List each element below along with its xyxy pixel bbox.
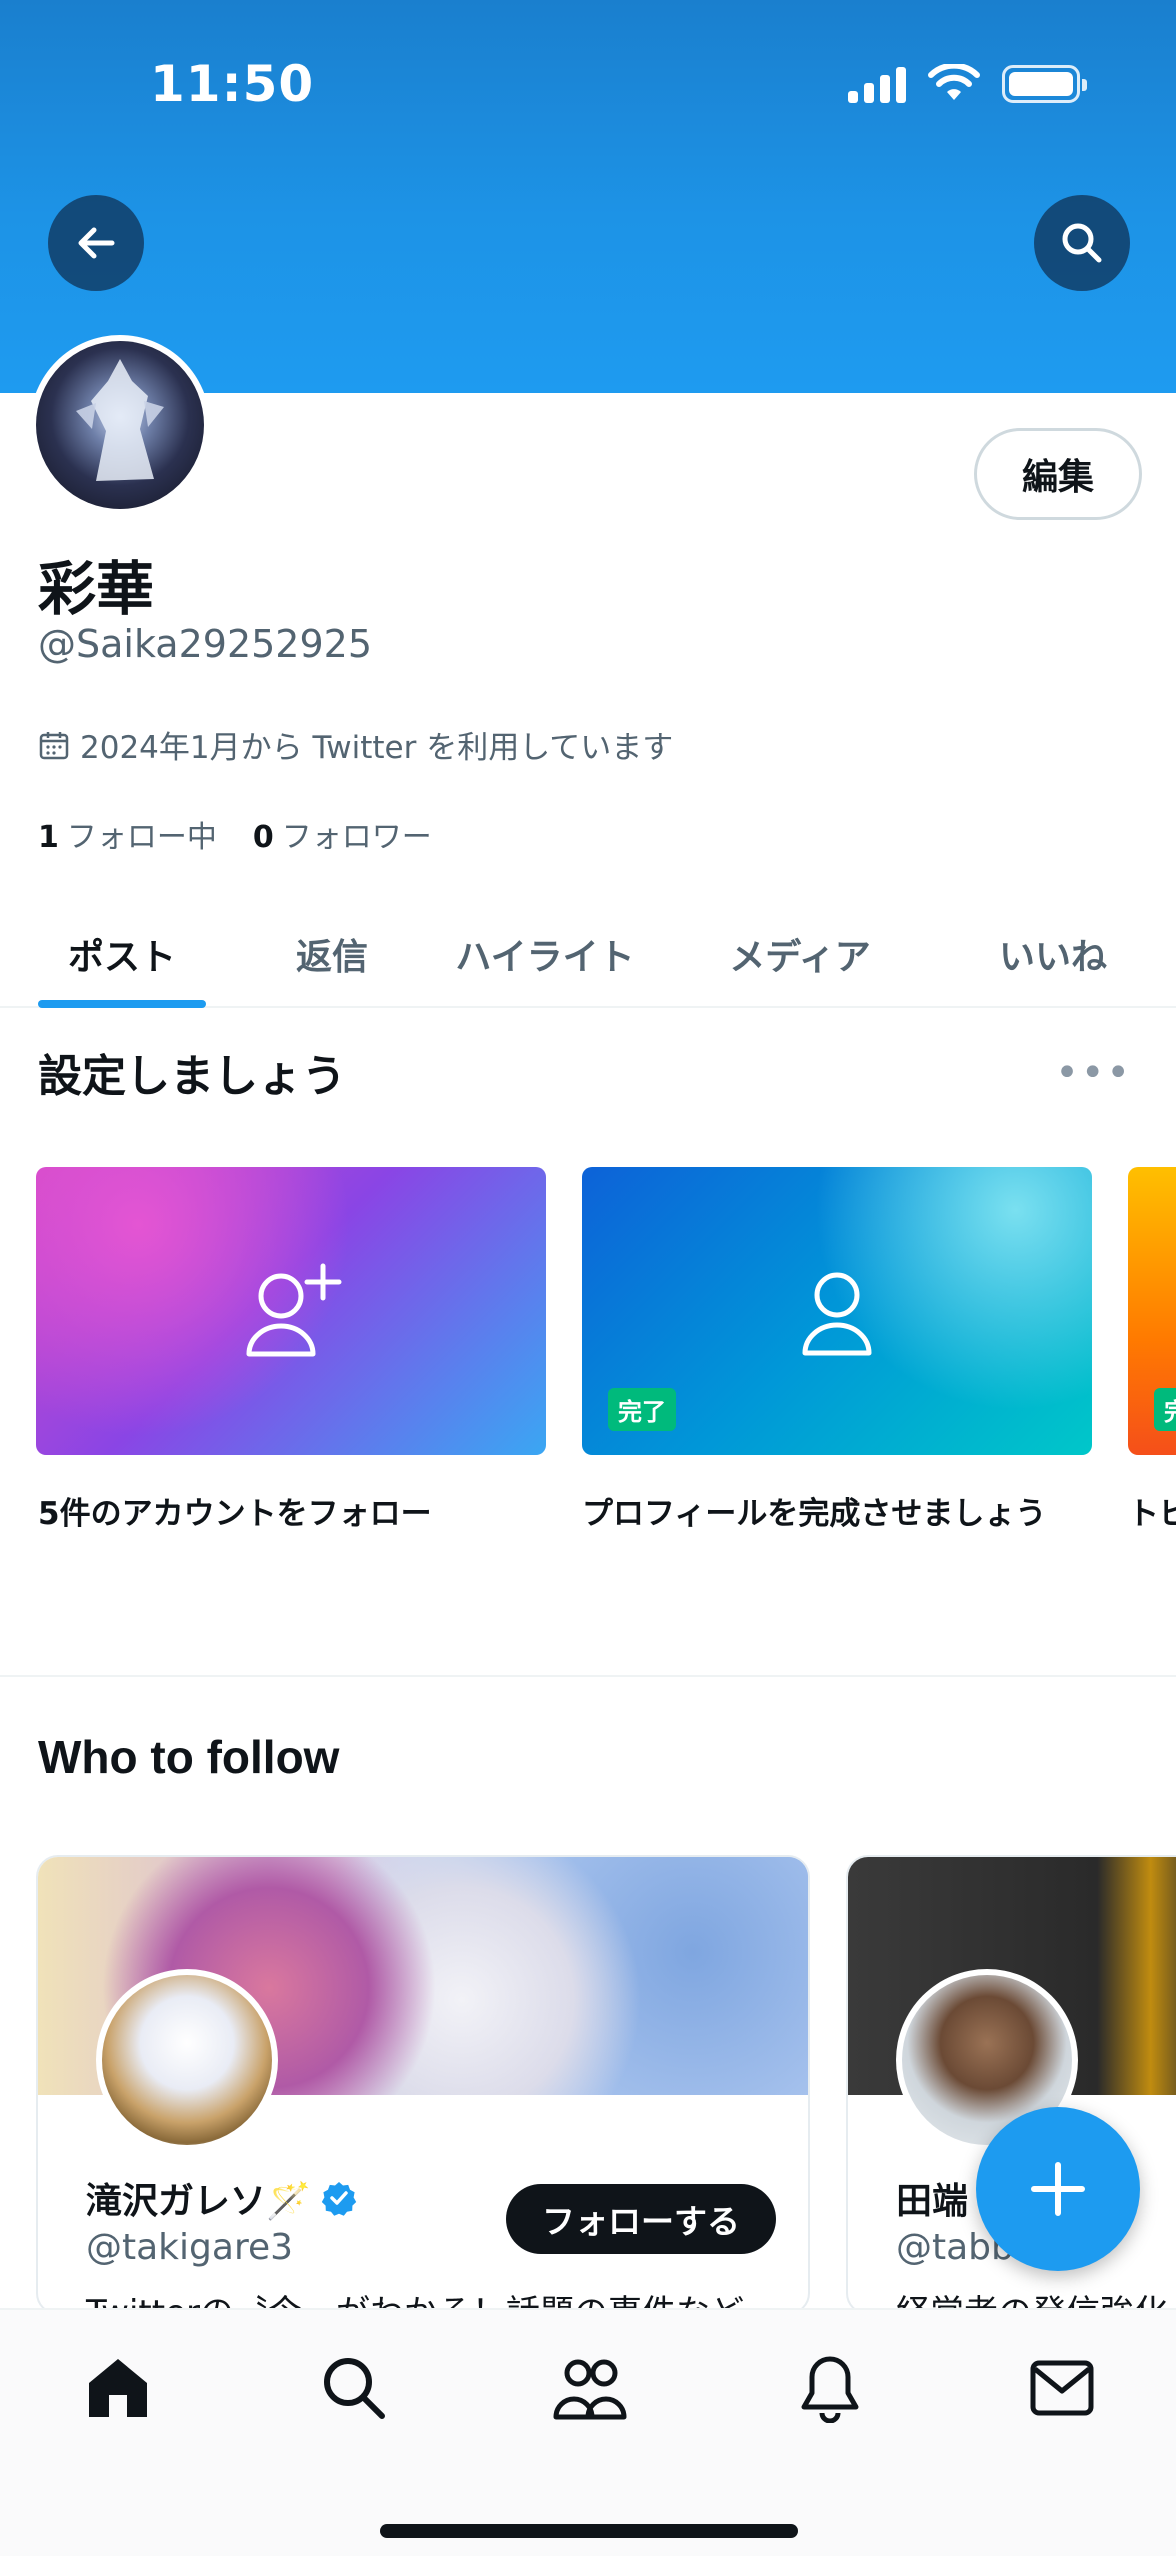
following-link[interactable]: 1 フォロー中 (38, 812, 217, 856)
nav-messages[interactable] (1022, 2348, 1102, 2428)
home-indicator (380, 2524, 798, 2538)
suggestion-handle: @takigare3 (86, 2227, 293, 2268)
bottom-navigation (0, 2308, 1176, 2556)
search-button[interactable] (1034, 195, 1130, 291)
followers-link[interactable]: 0 フォロワー (253, 812, 432, 856)
tab-posts[interactable]: ポスト (0, 900, 244, 1008)
nav-communities[interactable] (550, 2348, 630, 2428)
profile-avatar[interactable] (30, 335, 210, 515)
verified-badge-icon (321, 2180, 357, 2216)
communities-icon (553, 2359, 627, 2420)
plus-icon (1031, 2162, 1085, 2216)
setup-card-label: トピ (1128, 1496, 1176, 1532)
cellular-signal-icon (848, 65, 906, 103)
profile-banner: 11:50 (0, 0, 1176, 393)
suggestion-avatar[interactable] (96, 1969, 278, 2151)
nav-home[interactable] (78, 2348, 158, 2428)
setup-card-follow-accounts[interactable] (36, 1167, 546, 1455)
setup-section-title: 設定しましょう (38, 1051, 346, 1102)
tab-likes[interactable]: いいね (930, 900, 1176, 1008)
who-to-follow-title: Who to follow (38, 1731, 340, 1783)
add-user-icon (246, 1263, 342, 1357)
search-icon (324, 2358, 385, 2419)
calendar-icon (39, 731, 69, 759)
tab-highlights[interactable]: ハイライト (420, 900, 670, 1008)
completed-badge: 完了 (608, 1388, 676, 1431)
completed-badge: 完 (1154, 1388, 1176, 1431)
avatar-image (36, 341, 204, 509)
user-icon (802, 1272, 872, 1356)
setup-card-complete-profile[interactable]: 完了 (582, 1167, 1092, 1455)
tab-media[interactable]: メディア (670, 900, 930, 1008)
tab-replies[interactable]: 返信 (244, 900, 420, 1008)
more-options-icon[interactable]: ••• (1055, 1050, 1132, 1096)
compose-post-button[interactable] (976, 2107, 1140, 2271)
nav-notifications[interactable] (790, 2348, 870, 2428)
follow-stats: 1 フォロー中 0 フォロワー (38, 812, 432, 856)
setup-card-label: 5件のアカウントをフォロー (38, 1496, 432, 1532)
join-date-text: 2024年1月から Twitter を利用しています (80, 730, 674, 766)
suggestion-name: 滝沢ガレソ🪄 (86, 2172, 357, 2224)
follow-suggestion-card[interactable]: 滝沢ガレソ🪄 @takigare3 Twitterの〝今〟がわかる！話題の事件な… (36, 1855, 810, 2315)
home-icon (89, 2359, 147, 2417)
profile-display-name: 彩華 (38, 555, 155, 623)
back-button[interactable] (48, 195, 144, 291)
arrow-left-icon (78, 227, 115, 259)
setup-card-topics[interactable]: 完 (1128, 1167, 1176, 1455)
section-divider (0, 1675, 1176, 1677)
battery-icon (1002, 65, 1087, 103)
search-icon (1062, 223, 1102, 263)
wifi-icon (928, 64, 980, 100)
status-time: 11:50 (150, 55, 315, 113)
profile-tabs: ポスト 返信 ハイライト メディア いいね (0, 900, 1176, 1008)
nav-search[interactable] (314, 2348, 394, 2428)
setup-card-label: プロフィールを完成させましょう (582, 1496, 1047, 1532)
notifications-icon (801, 2356, 859, 2423)
edit-profile-button[interactable]: 編集 (974, 428, 1142, 520)
messages-icon (1030, 2360, 1094, 2416)
join-date: 2024年1月から Twitter を利用しています (38, 722, 673, 767)
follow-button[interactable]: フォローする (506, 2184, 776, 2254)
status-icons (848, 64, 1087, 104)
profile-handle: @Saika29252925 (38, 622, 373, 666)
